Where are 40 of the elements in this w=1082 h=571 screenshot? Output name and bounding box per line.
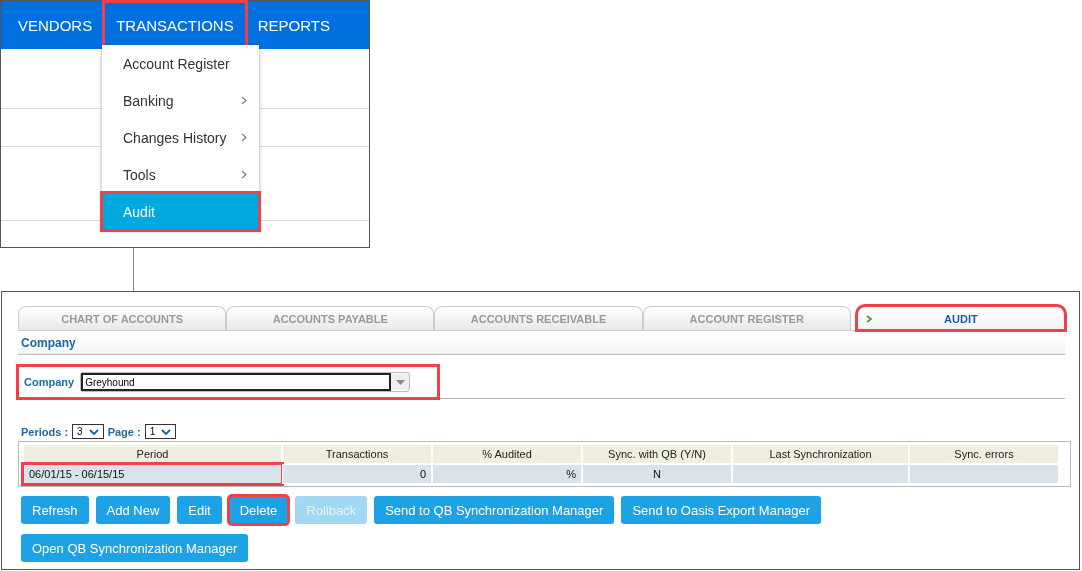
column-header: Sync. with QB (Y/N) xyxy=(582,444,732,464)
menu-item[interactable]: REPORTS xyxy=(245,2,342,48)
field-label: Periods : xyxy=(21,425,69,438)
tab[interactable]: ACCOUNTS PAYABLE xyxy=(226,306,435,330)
action-button[interactable]: Edit xyxy=(177,496,222,524)
action-button[interactable]: Send to Oasis Export Manager xyxy=(621,496,822,524)
tab[interactable]: ACCOUNT REGISTER xyxy=(642,306,851,330)
action-button[interactable]: Open QB Synchronization Manager xyxy=(21,534,249,562)
menu-entry[interactable]: Banking xyxy=(102,82,259,119)
field-label: Page : xyxy=(107,425,141,438)
periods-select[interactable]: 3 xyxy=(72,424,104,439)
column-header: % Audited xyxy=(432,444,582,464)
menu-entry[interactable]: Audit xyxy=(102,193,259,230)
page-select[interactable]: 1 xyxy=(144,424,177,439)
column-header: Period xyxy=(23,444,282,464)
chevron-icon xyxy=(88,428,99,435)
action-button[interactable]: Send to QB Synchronization Manager xyxy=(374,496,615,524)
field-label: Company xyxy=(24,376,75,388)
menu-item[interactable]: TRANSACTIONS xyxy=(104,2,246,48)
menu-entry[interactable]: Account Register xyxy=(102,45,259,82)
column-header: Last Synchronization xyxy=(732,444,909,464)
menu-entry[interactable]: Tools xyxy=(102,156,259,193)
action-button[interactable]: Refresh xyxy=(21,496,89,524)
table-cell: N xyxy=(582,464,732,484)
action-button[interactable]: Add New xyxy=(95,496,171,524)
table-cell: 0 xyxy=(282,464,432,484)
caret-icon[interactable] xyxy=(395,379,405,385)
tab[interactable]: ACCOUNTS RECEIVABLE xyxy=(434,306,643,330)
company-combobox[interactable]: Greyhound xyxy=(80,372,411,392)
chevron-icon xyxy=(161,428,172,435)
column-header: Transactions xyxy=(282,444,432,464)
menu-item[interactable]: VENDORS xyxy=(6,2,105,48)
tab[interactable]: AUDIT xyxy=(856,306,1065,330)
column-header: Sync. errors xyxy=(909,444,1059,464)
table-cell: 06/01/15 - 06/15/15 xyxy=(23,464,282,484)
action-button[interactable]: Delete xyxy=(228,496,289,524)
table-cell: % xyxy=(432,464,582,484)
section-title: Company xyxy=(18,331,1065,355)
menu-entry[interactable]: Changes History xyxy=(102,119,259,156)
tab[interactable]: CHART OF ACCOUNTS xyxy=(18,306,227,330)
